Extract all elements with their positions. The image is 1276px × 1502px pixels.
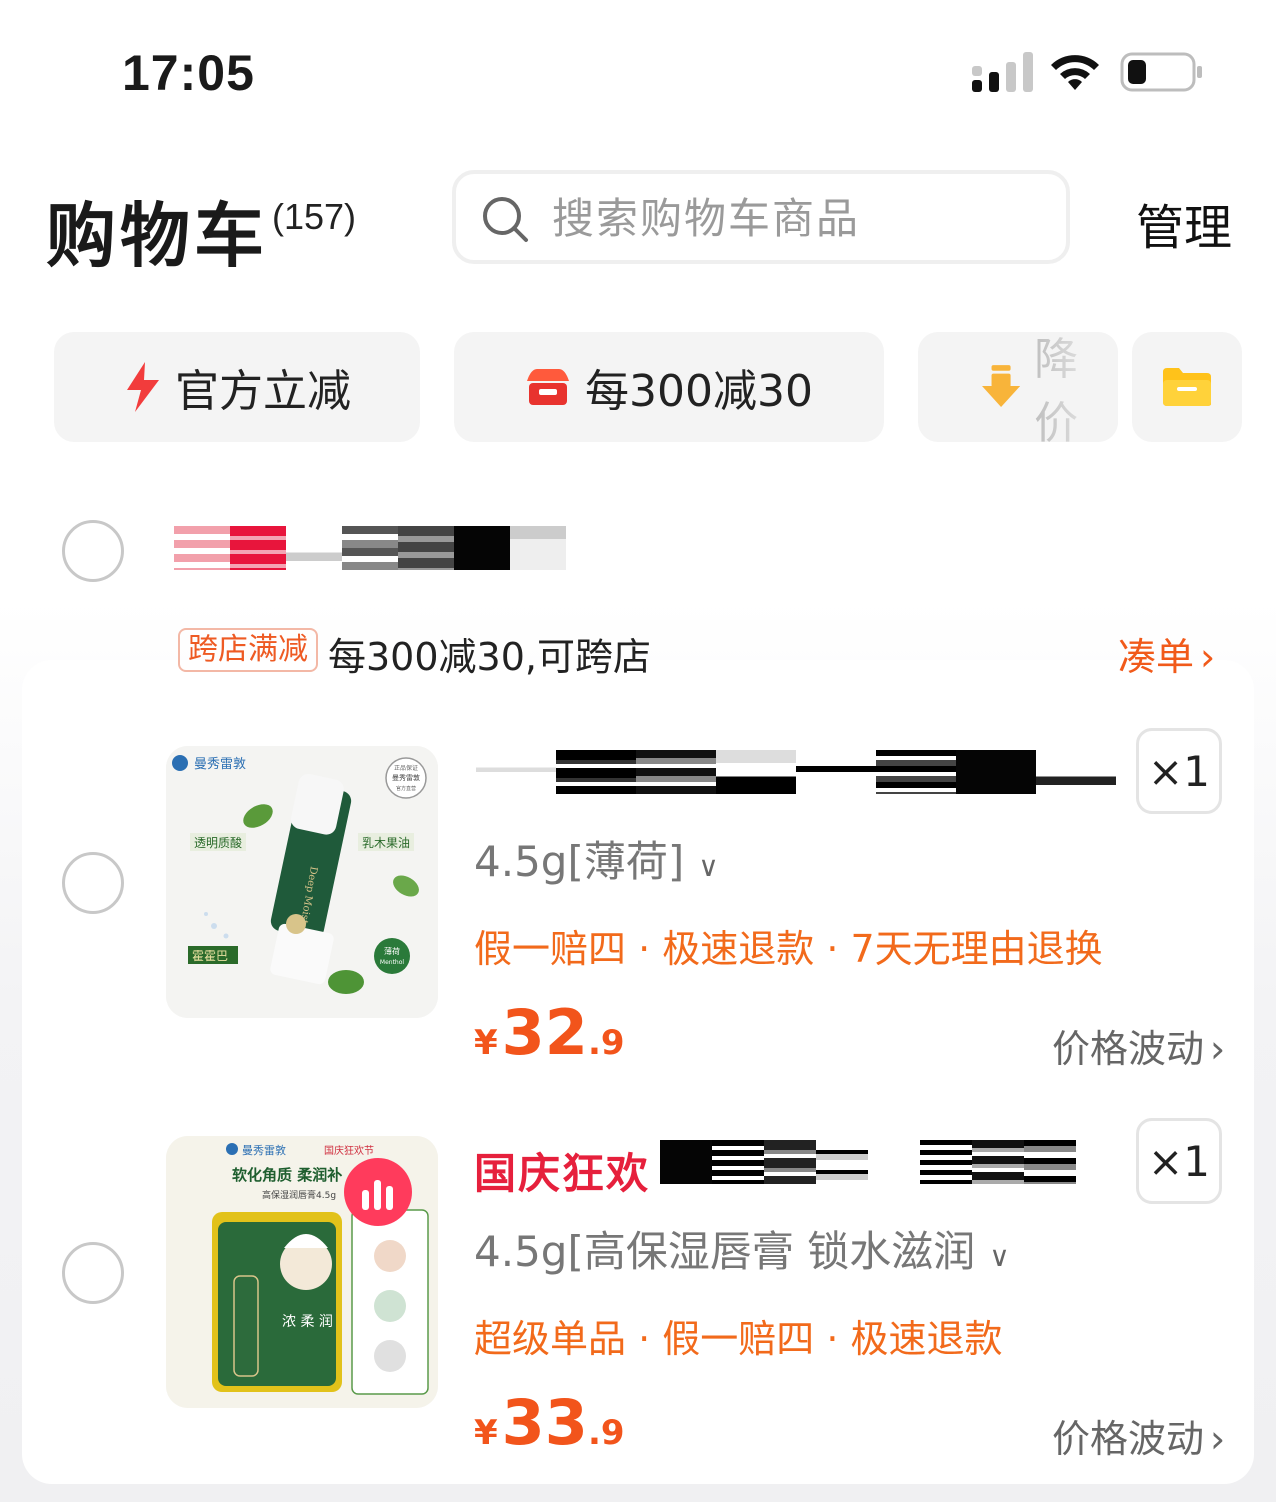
filter-label: 官方立减 (175, 366, 351, 417)
image-seal-text: 曼秀雷敦 (392, 773, 420, 782)
price-integer: 32 (501, 996, 588, 1069)
quantity-button[interactable]: ×1 (1136, 1118, 1222, 1204)
store-select-radio[interactable] (62, 520, 124, 582)
image-headline: 软化角质 柔润补 (232, 1166, 342, 1184)
filter-label: 每300减30 (585, 366, 813, 417)
price-decimal: .9 (587, 1023, 625, 1063)
chevron-right-icon: › (1210, 1417, 1226, 1461)
quantity-button[interactable]: ×1 (1136, 728, 1222, 814)
image-label-bottom: 霍霍巴 (192, 949, 228, 963)
image-brand: 曼秀雷敦 (194, 756, 246, 772)
image-badge: 国庆狂欢节 (324, 1144, 374, 1157)
page-title: 购物车 (46, 195, 268, 277)
wifi-icon (1051, 55, 1099, 90)
chevron-right-icon: › (1210, 1027, 1226, 1071)
lightning-icon (127, 362, 159, 412)
chip-fade (1028, 332, 1118, 442)
search-icon (483, 197, 528, 242)
cart-count: (157) (272, 196, 357, 237)
service-tags: 超级单品 · 假一赔四 · 极速退款 (474, 1317, 1003, 1361)
image-brand: 曼秀雷敦 (242, 1143, 286, 1157)
variant-selector[interactable]: 4.5g[薄荷] ∨ (474, 828, 719, 889)
status-bar: 17:05 (0, 0, 1276, 140)
variant-selector[interactable]: 4.5g[高保湿唇膏 锁水滋润 ∨ (474, 1218, 1010, 1279)
add-on-label: 凑单 (1118, 635, 1195, 679)
store-name-redacted (174, 526, 566, 570)
item-select-radio[interactable] (62, 852, 124, 914)
festival-label: 国庆狂欢 (474, 1149, 651, 1198)
price-fluctuation-link[interactable]: 价格波动 › (1052, 1018, 1225, 1073)
folder-icon (1163, 368, 1211, 406)
product-image-lip-balm-moist: 曼秀雷敦 国庆狂欢节 软化角质 柔润补 高保湿润唇膏4.5g 浓 柔 润 (166, 1136, 438, 1408)
cellular-signal-icon (972, 52, 1033, 92)
price-symbol: ¥ (474, 1023, 498, 1063)
filter-folder[interactable] (1132, 332, 1242, 442)
store-icon (527, 369, 569, 405)
status-time: 17:05 (122, 45, 255, 101)
chevron-down-icon: ∨ (698, 850, 719, 883)
filter-chips: 官方立减 每300减30 降价 (0, 332, 1276, 444)
image-label-right: 乳木果油 (362, 836, 410, 850)
service-tags: 假一赔四 · 极速退款 · 7天无理由退换 (474, 927, 1103, 971)
price-symbol: ¥ (474, 1413, 498, 1453)
price: ¥33.9 (474, 1386, 625, 1459)
promo-text: 每300减30,可跨店 (328, 635, 651, 679)
price: ¥32.9 (474, 996, 625, 1069)
image-seal-top: 正品保证 (394, 764, 418, 772)
image-sub: 高保湿润唇膏4.5g (262, 1189, 336, 1201)
item-select-radio[interactable] (62, 1242, 124, 1304)
variant-label: 4.5g[高保湿唇膏 锁水滋润 (474, 1227, 976, 1276)
promo-row: 跨店满减 每300减30,可跨店 凑单 › (0, 620, 1276, 680)
image-label-menthol: Menthol (380, 959, 404, 966)
image-seal-sub: 官方直营 (396, 785, 416, 792)
manage-button[interactable]: 管理 (1136, 188, 1232, 258)
battery-icon (1120, 52, 1202, 92)
variant-label: 4.5g[薄荷] (474, 837, 685, 886)
product-image-lip-balm-mint: 曼秀雷敦 正品保证 曼秀雷敦 官方直营 Deep Moist 透明质酸 乳木果油… (166, 746, 438, 1018)
search-box[interactable] (452, 170, 1070, 264)
image-label-left: 透明质酸 (194, 835, 242, 850)
product-image[interactable]: 曼秀雷敦 正品保证 曼秀雷敦 官方直营 Deep Moist 透明质酸 乳木果油… (166, 746, 438, 1018)
cart-item: 曼秀雷敦 国庆狂欢节 软化角质 柔润补 高保湿润唇膏4.5g 浓 柔 润 国庆狂… (0, 1110, 1276, 1470)
arrow-down-icon (982, 365, 1021, 408)
cart-item: 曼秀雷敦 正品保证 曼秀雷敦 官方直营 Deep Moist 透明质酸 乳木果油… (0, 720, 1276, 1080)
price-fluctuation-link[interactable]: 价格波动 › (1052, 1408, 1225, 1463)
filter-price-drop[interactable]: 降价 (918, 332, 1118, 442)
item-title-redacted (660, 1140, 1076, 1184)
header: 购物车 (157) 管理 (0, 160, 1276, 280)
cross-store-tag: 跨店满减 (178, 628, 318, 672)
chevron-right-icon: › (1200, 635, 1216, 679)
filter-official-discount[interactable]: 官方立减 (54, 332, 420, 442)
chevron-down-icon: ∨ (989, 1240, 1010, 1273)
filter-cross-store[interactable]: 每300减30 (454, 332, 884, 442)
image-label-flavor: 薄荷 (384, 946, 400, 956)
fluctuation-label: 价格波动 (1052, 1417, 1205, 1461)
add-on-link[interactable]: 凑单 › (1118, 626, 1215, 681)
fluctuation-label: 价格波动 (1052, 1027, 1205, 1071)
price-decimal: .9 (587, 1413, 625, 1453)
search-input[interactable] (552, 188, 1042, 248)
item-title-redacted (476, 750, 1116, 794)
price-integer: 33 (501, 1386, 588, 1459)
image-product-label: 浓 柔 润 (282, 1314, 333, 1330)
store-row (0, 500, 1276, 600)
product-image[interactable]: 曼秀雷敦 国庆狂欢节 软化角质 柔润补 高保湿润唇膏4.5g 浓 柔 润 (166, 1136, 438, 1408)
